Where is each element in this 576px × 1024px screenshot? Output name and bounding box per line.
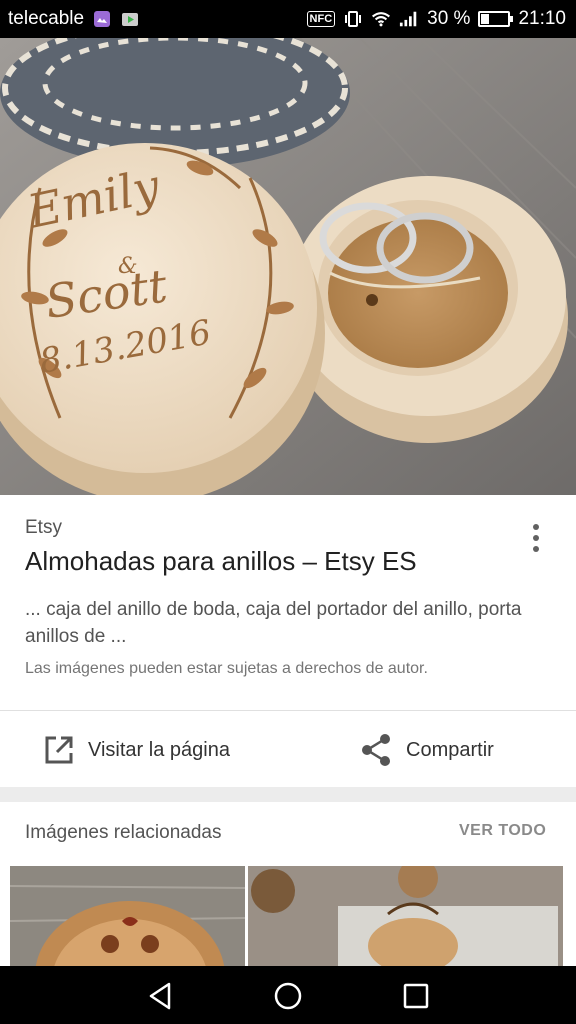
nfc-icon: NFC bbox=[306, 11, 336, 27]
divider bbox=[0, 710, 576, 711]
result-title[interactable]: Almohadas para anillos – Etsy ES bbox=[25, 546, 417, 577]
more-options-icon[interactable] bbox=[522, 518, 550, 558]
share-icon bbox=[362, 734, 390, 766]
share-label: Compartir bbox=[406, 738, 494, 761]
carrier-label: telecable bbox=[8, 8, 85, 29]
play-store-icon bbox=[120, 10, 140, 28]
related-images-title: Imágenes relacionadas bbox=[25, 822, 222, 843]
recents-icon[interactable] bbox=[396, 976, 436, 1016]
wifi-icon bbox=[371, 10, 391, 28]
result-source: Etsy bbox=[25, 517, 62, 538]
related-image-thumbnail[interactable] bbox=[248, 866, 563, 966]
home-icon[interactable] bbox=[268, 976, 308, 1016]
clock: 21:10 bbox=[518, 8, 566, 29]
vibrate-icon bbox=[343, 10, 363, 28]
signal-icon bbox=[399, 10, 419, 28]
share-button[interactable]: Compartir bbox=[360, 728, 494, 772]
back-icon[interactable] bbox=[140, 976, 180, 1016]
result-image[interactable]: Emily & Scott 8.13.2016 bbox=[0, 38, 576, 495]
battery-percent: 30 % bbox=[427, 8, 471, 29]
related-image-thumbnail[interactable] bbox=[10, 866, 245, 966]
status-bar: telecable NFC 30 % 21:10 bbox=[0, 0, 576, 38]
result-snippet: ... caja del anillo de boda, caja del po… bbox=[25, 599, 522, 647]
copyright-notice: Las imágenes pueden estar sujetas a dere… bbox=[25, 660, 428, 677]
visit-page-button[interactable]: Visitar la página bbox=[44, 728, 230, 772]
view-all-button[interactable]: VER TODO bbox=[459, 822, 546, 840]
open-in-new-icon bbox=[45, 736, 73, 764]
gallery-icon bbox=[92, 10, 112, 28]
visit-page-label: Visitar la página bbox=[88, 738, 230, 761]
battery-icon bbox=[478, 11, 514, 27]
navigation-bar bbox=[0, 966, 576, 1024]
